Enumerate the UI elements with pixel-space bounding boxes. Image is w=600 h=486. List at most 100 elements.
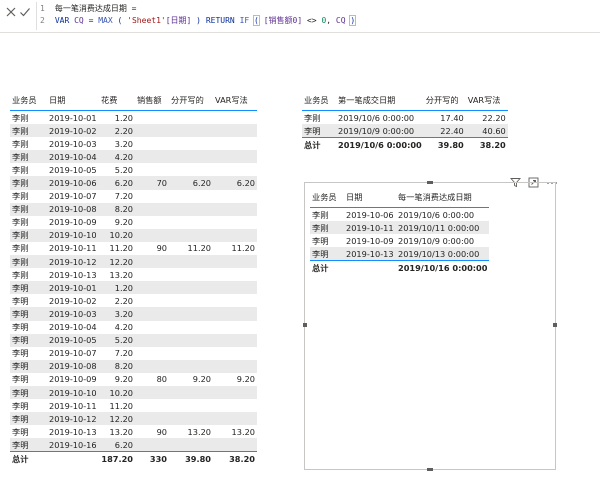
- table-cell: [169, 385, 213, 400]
- table-cell: 5.20: [114, 164, 133, 175]
- table-cell: 李刚: [12, 191, 29, 202]
- measure-declaration: 每一笔消费达成日期 =: [54, 4, 137, 13]
- table-cell: 李刚: [10, 124, 47, 138]
- resize-handle[interactable]: [427, 468, 433, 471]
- resize-handle[interactable]: [427, 181, 433, 184]
- table-cell: 13.20: [231, 426, 255, 437]
- check-icon[interactable]: [16, 3, 34, 21]
- table-cell: 90: [156, 426, 167, 437]
- table-cell: 2019-10-01: [47, 281, 99, 295]
- total-cell: 187.20: [99, 451, 135, 467]
- table-cell: [213, 124, 257, 138]
- table-row[interactable]: 李明 2019-10-04 4.20: [10, 321, 257, 334]
- table-cell: [213, 150, 257, 164]
- operator: <>: [306, 16, 317, 25]
- table-cell: 2019-10-03: [49, 138, 97, 149]
- table-row[interactable]: 李刚 2019-10-01 1.20: [10, 111, 257, 125]
- column-header[interactable]: 日期: [344, 187, 396, 208]
- table-cell: 40.60: [465, 124, 508, 138]
- table-cell: [213, 190, 257, 203]
- table-cell: 2019-10-06: [346, 209, 394, 220]
- column-header[interactable]: 分开写的: [169, 90, 213, 111]
- table-row[interactable]: 李刚 2019-10-11 11.20 90 11.20 11.20: [10, 242, 257, 255]
- column-header[interactable]: 花费: [99, 90, 135, 111]
- table-row[interactable]: 李明 2019-10-07 7.20: [10, 347, 257, 360]
- table-row[interactable]: 李刚 2019-10-10 10.20: [10, 228, 257, 242]
- table-cell: 70: [135, 176, 169, 190]
- table-cell: [213, 163, 257, 176]
- formula-separator: [36, 2, 37, 30]
- column-header[interactable]: 业务员: [310, 187, 344, 208]
- table-row[interactable]: 李明 2019-10-08 8.20: [10, 359, 257, 373]
- table-cell: 2.20: [114, 295, 133, 306]
- table-row[interactable]: 李刚 2019-10-06 2019/10/6 0:00:00: [310, 208, 489, 222]
- table-row[interactable]: 李明 2019-10-11 11.20: [10, 399, 257, 412]
- table-cell: 90: [156, 243, 167, 254]
- table-row[interactable]: 李刚 2019/10/6 0:00:00 17.40 22.20: [302, 111, 508, 125]
- table-cell: 李明: [12, 426, 29, 437]
- formula-editor[interactable]: 1 每一笔消费达成日期 = 2 VAR CQ = MAX ( 'Sheet1'[…: [40, 3, 357, 27]
- table-row[interactable]: 李刚 2019-10-04 4.20: [10, 150, 257, 164]
- table-cell: [169, 216, 213, 229]
- column-header[interactable]: 销售额: [135, 90, 169, 111]
- table-cell: 5.20: [99, 333, 135, 347]
- column-header[interactable]: 第一笔成交日期: [336, 90, 424, 111]
- table-cell: [213, 412, 257, 426]
- table-cell: 2019-10-11: [49, 400, 97, 411]
- total-cell: 38.20: [465, 137, 508, 153]
- table-cell: 13.20: [109, 269, 133, 280]
- table-row[interactable]: 李刚 2019-10-12 12.20: [10, 255, 257, 269]
- table-cell: 11.20: [109, 243, 133, 254]
- table-cell: 2019-10-06: [47, 176, 99, 190]
- table-row[interactable]: 李明 2019-10-13 13.20 90 13.20 13.20: [10, 425, 257, 438]
- table-cell: [135, 307, 169, 321]
- total-cell: [344, 260, 396, 276]
- table-row[interactable]: 李明 2019-10-05 5.20: [10, 333, 257, 347]
- column-header[interactable]: VAR写法: [213, 90, 257, 111]
- table-row[interactable]: 李明 2019/10/9 0:00:00 22.40 40.60: [302, 124, 508, 138]
- column-header[interactable]: 日期: [47, 90, 99, 111]
- table-cell: 李明: [10, 281, 47, 295]
- table-row[interactable]: 李刚 2019-10-07 7.20: [10, 190, 257, 203]
- table-row[interactable]: 李明 2019-10-02 2.20: [10, 294, 257, 307]
- table-cell: [135, 202, 169, 216]
- total-cell: 330: [135, 451, 169, 467]
- table-cell: 李明: [10, 307, 47, 321]
- table-row[interactable]: 李明 2019-10-09 9.20 80 9.20 9.20: [10, 373, 257, 386]
- column-header[interactable]: 每一笔消费达成日期: [396, 187, 490, 208]
- table-cell: [169, 111, 213, 125]
- table-cell: 2019-10-13: [49, 269, 97, 280]
- resize-handle[interactable]: [303, 323, 307, 327]
- table-cell: [169, 202, 213, 216]
- table-row[interactable]: 李明 2019-10-10 10.20: [10, 385, 257, 400]
- table-row[interactable]: 李刚 2019-10-05 5.20: [10, 163, 257, 176]
- table-row[interactable]: 李明 2019-10-03 3.20: [10, 307, 257, 321]
- table-row[interactable]: 李刚 2019-10-03 3.20: [10, 137, 257, 150]
- table-row[interactable]: 李刚 2019-10-11 2019/10/11 0:00:00: [310, 221, 490, 235]
- table-cell: 12.20: [99, 412, 135, 426]
- column-header[interactable]: VAR写法: [465, 90, 508, 111]
- table-cell: 李明: [12, 400, 29, 411]
- table-cell: [135, 124, 169, 138]
- table-row[interactable]: 李刚 2019-10-08 8.20: [10, 202, 257, 216]
- formula-bar: 1 每一笔消费达成日期 = 2 VAR CQ = MAX ( 'Sheet1'[…: [0, 0, 600, 33]
- resize-handle[interactable]: [553, 323, 557, 327]
- table-cell: 李明: [10, 385, 47, 400]
- column-header[interactable]: 业务员: [302, 90, 336, 111]
- table-row[interactable]: 李刚 2019-10-13 13.20: [10, 268, 257, 281]
- table-cell: [135, 255, 169, 269]
- table-row[interactable]: 李刚 2019-10-02 2.20: [10, 124, 257, 138]
- table-row[interactable]: 李明 2019-10-13 2019/10/13 0:00:00: [310, 247, 490, 261]
- table-row[interactable]: 李明 2019-10-09 2019/10/9 0:00:00: [310, 234, 489, 247]
- column-header[interactable]: 分开写的: [423, 90, 466, 111]
- table-cell: 2019-10-09: [49, 217, 97, 228]
- table-row[interactable]: 李刚 2019-10-09 9.20: [10, 216, 257, 229]
- table-cell: 2019-10-08: [47, 359, 99, 373]
- table-row[interactable]: 李刚 2019-10-06 6.20 70 6.20 6.20: [10, 176, 257, 190]
- column-header[interactable]: 业务员: [10, 90, 47, 111]
- table-cell: 3.20: [114, 138, 133, 149]
- table-row[interactable]: 李明 2019-10-16 6.20: [10, 438, 257, 452]
- table-row[interactable]: 李明 2019-10-12 12.20: [10, 412, 257, 426]
- table-row[interactable]: 李明 2019-10-01 1.20: [10, 281, 257, 295]
- line-number: 1: [40, 4, 45, 13]
